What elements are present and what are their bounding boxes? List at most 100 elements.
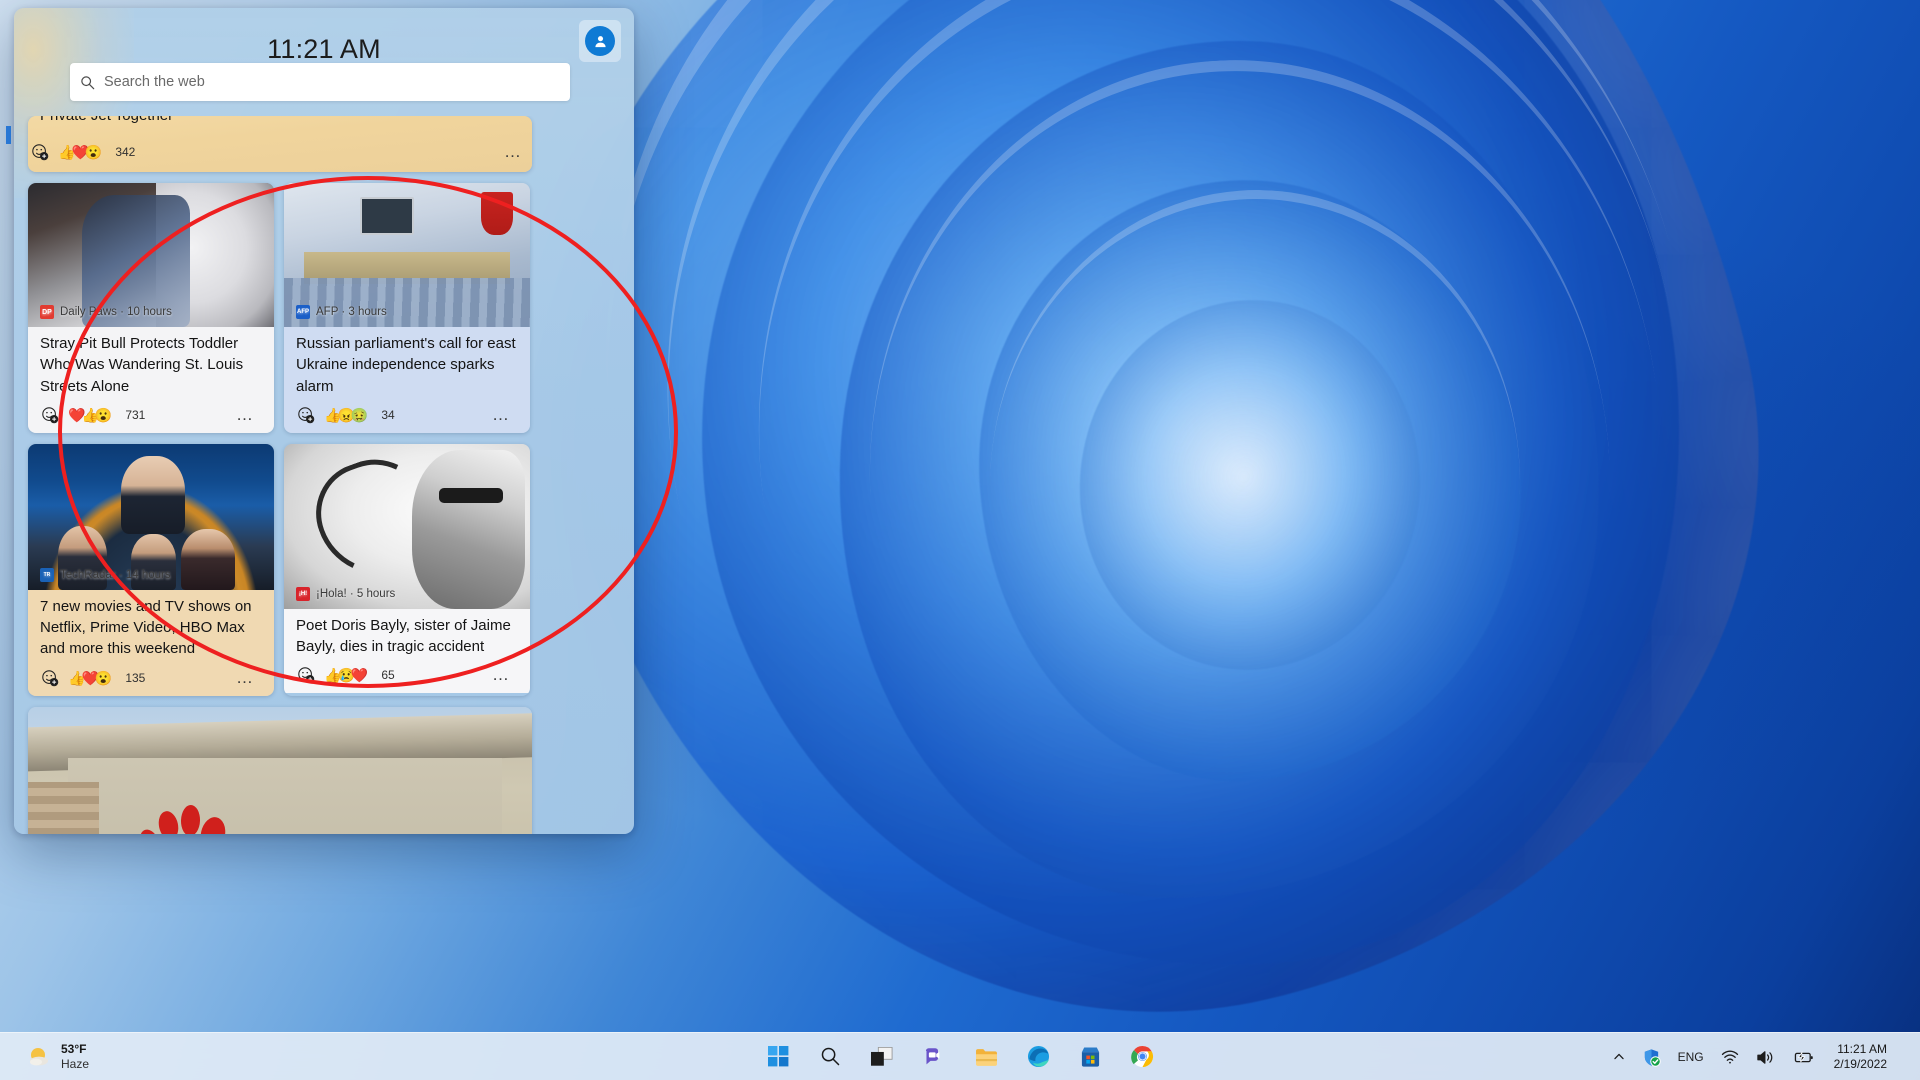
storefront-wall [68, 757, 502, 834]
portrait-sunglasses [438, 488, 503, 504]
news-card-afp[interactable]: AFP AFP · 3 hours Russian parliament's c… [284, 183, 530, 433]
system-tray: ENG 11:21 AM 2/19/2022 [1606, 1033, 1920, 1080]
language-indicator[interactable]: ENG [1671, 1045, 1711, 1069]
search-button[interactable] [810, 1037, 850, 1077]
card-more-options-button[interactable]: … [236, 669, 260, 686]
notification-center-button[interactable] [1900, 1042, 1908, 1072]
reaction-emoji: 🤢 [350, 406, 369, 423]
card-more-options-button[interactable]: … [504, 143, 528, 160]
source-logo-icon: DP [40, 305, 54, 319]
card-time: 3 hours [348, 306, 387, 318]
reaction-count: 731 [125, 407, 146, 422]
poster-lead-figure [121, 455, 186, 535]
card-more-options-button[interactable]: … [236, 406, 260, 423]
add-reaction-icon[interactable] [40, 668, 59, 687]
search-icon [70, 75, 104, 90]
microsoft-store-button[interactable] [1070, 1037, 1110, 1077]
wifi-icon[interactable] [1714, 1044, 1746, 1070]
card-source-line: TR TechRadar · 14 hours [40, 567, 171, 582]
clipped-headline: Private Jet Together [40, 116, 173, 124]
card-footer: 👍 😢 ❤️ 65 … [294, 657, 520, 693]
tray-date: 2/19/2022 [1833, 1057, 1887, 1071]
reaction-emojis: 👍 😢 ❤️ [324, 668, 368, 682]
taskbar-app-buttons [758, 1037, 1162, 1077]
reaction-emojis: 👍 😠 🤢 [324, 408, 368, 422]
sun-haze-icon [26, 1044, 52, 1070]
taskbar[interactable]: 53°F Haze ENG 11:21 AM 2/19/2022 [0, 1032, 1920, 1080]
add-reaction-icon[interactable] [296, 666, 315, 685]
volume-icon[interactable] [1749, 1044, 1782, 1071]
card-headline: Poet Doris Bayly, sister of Jaime Bayly,… [296, 616, 511, 656]
card-source: ¡Hola! [316, 587, 347, 600]
reaction-emojis: ❤️ 👍 😮 [68, 408, 112, 422]
task-view-button[interactable] [862, 1037, 902, 1077]
parliament-seats [284, 278, 530, 327]
card-source: Daily Paws [60, 306, 117, 318]
parliament-emblem [480, 191, 513, 235]
card-source-line: AFP AFP · 3 hours [296, 305, 387, 319]
reaction-emoji: 😮 [94, 669, 113, 686]
card-body: 7 new movies and TV shows on Netflix, Pr… [28, 589, 274, 696]
widgets-board[interactable]: 11:21 AM Private Jet Together [14, 8, 634, 834]
reaction-emojis: 👍 ❤️ 😮 [58, 145, 102, 159]
news-card-techradar[interactable]: TR TechRadar · 14 hours 7 new movies and… [28, 443, 274, 696]
add-reaction-icon[interactable] [40, 405, 59, 424]
card-time: 14 hours [125, 568, 171, 581]
taskbar-weather-widget[interactable]: 53°F Haze [16, 1039, 99, 1073]
news-card-clipped-top[interactable]: Private Jet Together 👍 [28, 116, 532, 172]
card-footer: ❤️ 👍 😮 731 … [38, 397, 264, 433]
feed-row-clipped-top: Private Jet Together 👍 [14, 116, 634, 172]
card-footer: 👍 ❤️ 😮 342 … [28, 134, 532, 170]
reaction-emoji: 😮 [94, 406, 113, 423]
screen-edge-artifact [6, 126, 11, 144]
widgets-clock: 11:21 AM [267, 34, 381, 64]
weather-temperature: 53°F [61, 1042, 87, 1057]
paw-logo-icon [136, 795, 235, 834]
card-body: Poet Doris Bayly, sister of Jaime Bayly,… [284, 608, 530, 694]
windows-security-icon[interactable] [1635, 1043, 1668, 1072]
card-source: TechRadar [60, 568, 116, 581]
news-card-clipped-bottom[interactable] [28, 706, 532, 834]
portrait-hair [411, 450, 526, 609]
news-card-hola[interactable]: ¡H! ¡Hola! · 5 hours Poet Doris Bayly, s… [284, 443, 530, 696]
web-search-box[interactable] [70, 63, 570, 101]
source-logo-icon: AFP [296, 305, 310, 319]
card-source-line: DP Daily Paws · 10 hours [40, 305, 172, 319]
add-reaction-icon[interactable] [296, 405, 315, 424]
card-image-russian-parliament: AFP AFP · 3 hours [284, 183, 530, 327]
news-card-daily-paws[interactable]: DP Daily Paws · 10 hours Stray Pit Bull … [28, 183, 274, 433]
tray-overflow-button[interactable] [1606, 1046, 1632, 1068]
card-footer: 👍 😠 🤢 34 … [294, 397, 520, 433]
chat-button[interactable] [914, 1037, 954, 1077]
account-avatar-button[interactable] [579, 20, 621, 62]
reaction-emoji: ❤️ [350, 667, 369, 684]
reaction-count: 342 [115, 145, 136, 159]
weather-condition: Haze [61, 1056, 90, 1071]
card-source-and-time: TechRadar · 14 hours [60, 568, 171, 581]
search-input[interactable] [104, 74, 570, 90]
add-reaction-icon[interactable] [30, 143, 49, 162]
start-button[interactable] [758, 1037, 798, 1077]
card-headline: 7 new movies and TV shows on Netflix, Pr… [40, 597, 252, 658]
card-more-options-button[interactable]: … [492, 406, 516, 423]
google-chrome-button[interactable] [1122, 1037, 1162, 1077]
card-time: 5 hours [356, 587, 396, 600]
card-more-options-button[interactable]: … [492, 666, 516, 683]
card-source-line: ¡H! ¡Hola! · 5 hours [296, 586, 396, 601]
feed-row-1: DP Daily Paws · 10 hours Stray Pit Bull … [14, 183, 634, 433]
reaction-count: 34 [381, 407, 395, 422]
battery-charging-icon[interactable] [1785, 1045, 1821, 1070]
card-time: 10 hours [127, 306, 172, 318]
card-source-and-time: AFP · 3 hours [316, 306, 387, 318]
taskbar-clock[interactable]: 11:21 AM 2/19/2022 [1824, 1038, 1895, 1076]
card-image-police-dog: DP Daily Paws · 10 hours [28, 183, 274, 327]
card-source-and-time: Daily Paws · 10 hours [60, 306, 172, 318]
tray-time: 11:21 AM [1837, 1042, 1887, 1056]
poster-figure-4 [180, 528, 235, 590]
card-source: AFP [316, 306, 339, 318]
file-explorer-button[interactable] [966, 1037, 1006, 1077]
microsoft-edge-button[interactable] [1018, 1037, 1058, 1077]
card-body: Stray Pit Bull Protects Toddler Who Was … [28, 327, 274, 433]
source-logo-icon: TR [40, 567, 54, 582]
widgets-feed[interactable]: Private Jet Together 👍 [14, 116, 634, 834]
